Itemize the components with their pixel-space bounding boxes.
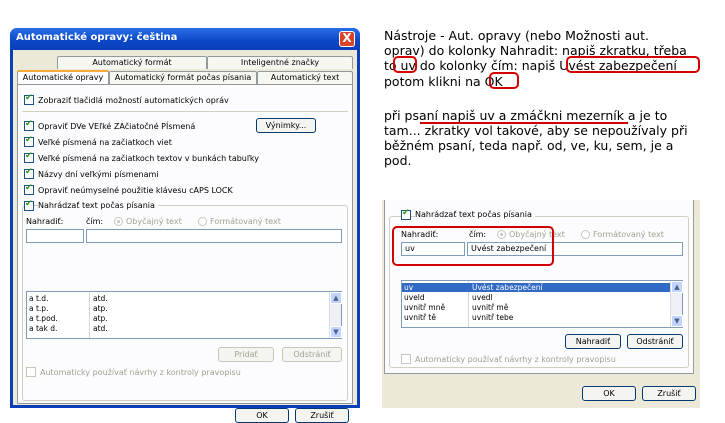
scroll-down-icon[interactable]: ▼ <box>330 326 342 338</box>
two-initial-caps-label: Opraviť DVe VEľké ZAčiatočné PÍsmená <box>38 122 196 131</box>
capitalize-table-cells-label: Veľké písmená na začiatkoch textov v bun… <box>38 154 259 163</box>
tab-autoformat[interactable]: Automatický formát <box>57 56 207 69</box>
tab-autotext[interactable]: Automatický text <box>257 71 353 84</box>
cropped-replace-while-typing-checkbox[interactable] <box>401 208 411 220</box>
cropped-replace-button[interactable]: Nahradiť <box>565 334 621 349</box>
replace-input[interactable] <box>26 229 84 243</box>
formatted-text-radio[interactable] <box>198 217 207 226</box>
dialog-client: Automatický formát Inteligentné značky A… <box>13 50 357 423</box>
table-row[interactable]: a t.d. atd. <box>27 294 329 303</box>
capitalize-sentences-label: Veľké písmená na začiatkoch viet <box>38 138 172 147</box>
formatted-text-label: Formátovaný text <box>210 217 281 226</box>
plain-text-radio[interactable] <box>114 217 123 226</box>
caps-lock-checkbox[interactable] <box>24 183 34 195</box>
cropped-cancel-button[interactable]: Zrušiť <box>642 386 696 401</box>
title-bar[interactable]: Automatické opravy: čeština X <box>10 28 360 50</box>
uv-annotation-circle <box>393 56 417 73</box>
table-row[interactable]: uveld uvedl <box>402 293 670 302</box>
capitalize-sentences-checkbox[interactable] <box>24 135 34 147</box>
instruction-line-1: Nástroje - Aut. opravy (nebo Možnosti au… <box>384 28 649 43</box>
exceptions-button[interactable]: Výnimky... <box>256 118 316 133</box>
cropped-formatted-text-radio[interactable] <box>581 230 590 239</box>
cropped-delete-button[interactable]: Odstrániť <box>627 334 683 349</box>
input-annotation-box <box>392 226 554 266</box>
cropped-replacements-list[interactable]: uv Uvést zabezpečení uveld uvedl uvnitř mn… <box>401 280 683 328</box>
divider <box>22 111 348 112</box>
tip-line-4: pod. <box>384 153 412 168</box>
with-label: čím: <box>86 217 104 226</box>
cropped-formatted-text-label: Formátovaný text <box>593 230 664 239</box>
cropped-replace-while-typing-label: Nahrádzať text počas písania <box>415 210 535 219</box>
cropped-list-scrollbar[interactable]: ▲ ▼ <box>670 281 683 327</box>
replace-label: Nahradiť: <box>26 217 64 226</box>
phrase-annotation-circle <box>566 56 700 73</box>
delete-button[interactable]: Odstrániť <box>282 347 342 362</box>
scroll-up-icon[interactable]: ▲ <box>330 292 342 304</box>
dialog-title: Automatické opravy: čeština <box>16 32 178 43</box>
show-buttons-checkbox[interactable] <box>24 93 34 105</box>
scroll-down-icon[interactable]: ▼ <box>671 315 683 327</box>
tab-autoformat-as-you-type[interactable]: Automatický formát počas písania <box>109 71 257 84</box>
autocorrect-panel: Zobraziť tlačidlá možností automatických… <box>17 84 353 404</box>
capitalize-days-label: Názvy dní veľkými písmenami <box>38 170 159 179</box>
autocorrect-dialog: Automatické opravy: čeština X Automatick… <box>10 28 360 423</box>
table-row[interactable]: uvnitř tě uvnitř tebe <box>402 313 670 322</box>
table-row[interactable]: uvnitř mně uvnitř mě <box>402 303 670 312</box>
plain-text-label: Obyčajný text <box>126 217 182 226</box>
auto-suggest-label: Automaticky používať návrhy z kontroly p… <box>40 368 241 377</box>
close-icon[interactable]: X <box>339 31 355 47</box>
table-row[interactable]: a tak d. atd. <box>27 324 329 333</box>
replace-while-typing-checkbox[interactable] <box>24 199 34 211</box>
replace-while-typing-label: Nahrádzať text počas písania <box>38 201 158 210</box>
tab-smart-tags[interactable]: Inteligentné značky <box>207 56 353 69</box>
tip-line-2: tam... zkratky vol takové, aby se nepouž… <box>384 123 688 138</box>
instruction-line-4: potom klikni na OK <box>384 74 503 89</box>
ok-button[interactable]: OK <box>235 408 289 423</box>
table-row[interactable]: a t.p. atp. <box>27 304 329 313</box>
with-input[interactable] <box>86 229 342 243</box>
tab-autocorrect[interactable]: Automatické opravy <box>17 70 109 85</box>
cropped-auto-suggest-label: Automaticky používať návrhy z kontroly p… <box>415 355 616 364</box>
ok-annotation-circle <box>489 72 519 89</box>
table-row[interactable]: uv Uvést zabezpečení <box>402 283 670 292</box>
cropped-auto-suggest-checkbox[interactable] <box>401 354 411 364</box>
tip-line-1: při psaní napiš uv a zmáčkni mezerník a … <box>384 108 668 123</box>
list-scrollbar[interactable]: ▲ ▼ <box>329 292 342 338</box>
capitalize-table-cells-checkbox[interactable] <box>24 151 34 163</box>
cropped-ok-button[interactable]: OK <box>582 386 636 401</box>
tip-line-3: běžném psaní, teda např. od, ve, ku, sem… <box>384 138 674 153</box>
scroll-up-icon[interactable]: ▲ <box>671 281 683 293</box>
two-initial-caps-checkbox[interactable] <box>24 119 34 131</box>
add-button[interactable]: Pridať <box>218 347 274 362</box>
show-buttons-label: Zobraziť tlačidlá možností automatických… <box>38 96 229 105</box>
auto-suggest-checkbox[interactable] <box>26 367 36 377</box>
table-row[interactable]: a t.pod. atp. <box>27 314 329 323</box>
cancel-button[interactable]: Zrušiť <box>295 408 349 423</box>
replacements-list[interactable]: a t.d. atd. a t.p. atp. a t.pod. atp. a tak… <box>26 291 342 339</box>
tip-underline <box>420 122 628 124</box>
caps-lock-label: Opraviť neúmyselné použitie klávesu cAPS… <box>38 186 233 195</box>
capitalize-days-checkbox[interactable] <box>24 167 34 179</box>
